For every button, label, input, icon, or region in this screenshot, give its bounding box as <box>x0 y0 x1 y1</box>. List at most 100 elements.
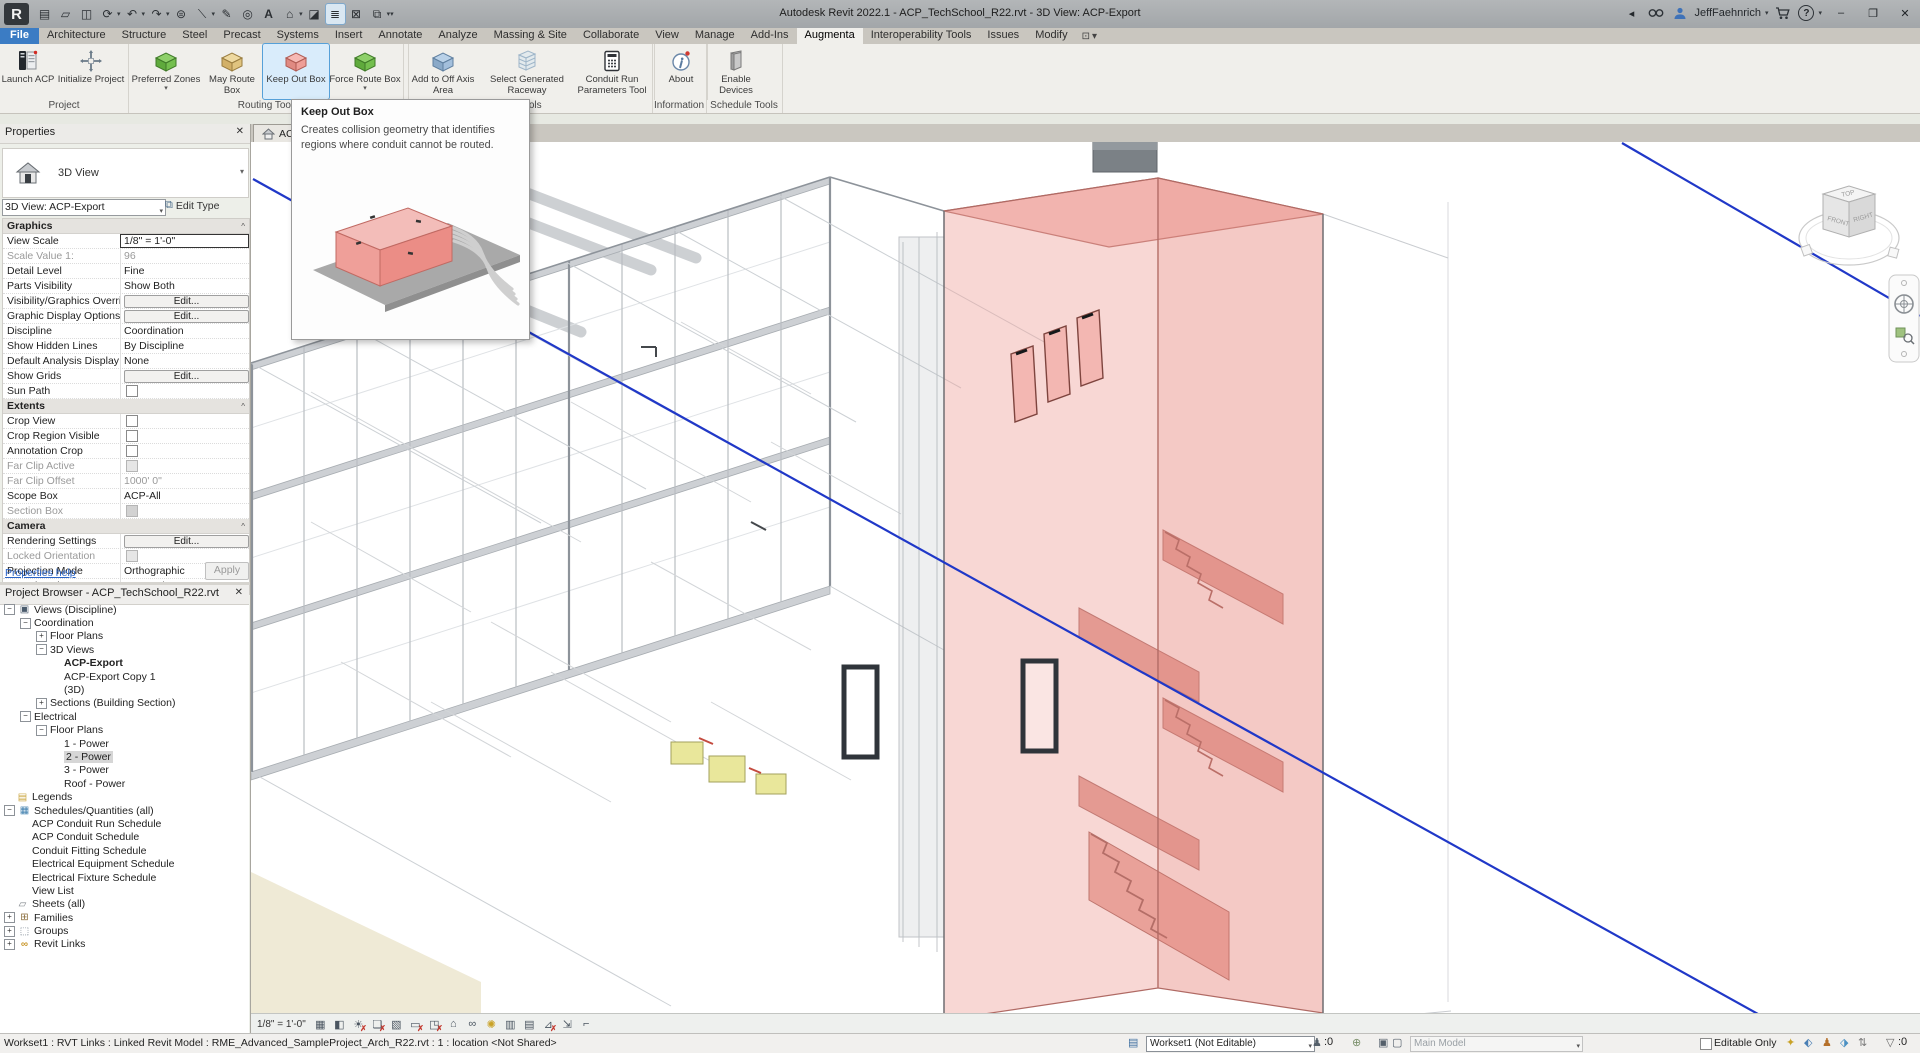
tab-view[interactable]: View <box>647 28 687 44</box>
undo-icon[interactable] <box>123 4 142 24</box>
select-pinned-icon[interactable] <box>1822 1036 1832 1049</box>
tab-modify[interactable]: Modify <box>1027 28 1075 44</box>
tab-file[interactable]: File <box>0 28 39 44</box>
tree-electrical-fixture-schedule[interactable]: Electrical Fixture Schedule <box>0 871 249 884</box>
drag-on-selection-icon[interactable] <box>1858 1036 1867 1049</box>
tab-augmenta[interactable]: Augmenta <box>797 28 863 44</box>
project-browser-close-icon[interactable]: ✕ <box>235 587 243 598</box>
prop-sun-path[interactable]: Sun Path <box>3 384 249 399</box>
prop-detail-level[interactable]: Detail LevelFine <box>3 264 249 279</box>
tab-analyze[interactable]: Analyze <box>430 28 485 44</box>
measure-icon[interactable] <box>193 4 212 24</box>
editing-requests-icon[interactable] <box>1312 1036 1322 1049</box>
revit-logo-icon[interactable]: R <box>4 3 29 25</box>
tab-issues[interactable]: Issues <box>979 28 1027 44</box>
view-selector-combo[interactable]: 3D View: ACP-Export <box>2 199 166 216</box>
navigation-bar[interactable] <box>1889 275 1919 362</box>
tree-roof-power[interactable]: Roof - Power <box>0 777 249 790</box>
tree-conduit-fitting-schedule[interactable]: Conduit Fitting Schedule <box>0 844 249 857</box>
preferred-zones-button[interactable]: Preferred Zones <box>131 44 201 91</box>
type-selector-dropdown-icon[interactable] <box>240 167 244 176</box>
app-store-cart-icon[interactable] <box>1774 4 1792 22</box>
tab-systems[interactable]: Systems <box>269 28 327 44</box>
select-underlay-icon[interactable] <box>1804 1036 1812 1049</box>
tree-sections[interactable]: Sections (Building Section) <box>0 697 249 710</box>
properties-help-link[interactable]: Properties help <box>5 567 76 579</box>
expander-icon[interactable] <box>4 805 15 816</box>
preferred-zones-dropdown-icon[interactable] <box>164 86 168 91</box>
prop-default-analysis[interactable]: Default Analysis Display ...None <box>3 354 249 369</box>
sync-with-central-icon[interactable] <box>98 4 117 24</box>
tab-insert[interactable]: Insert <box>327 28 371 44</box>
tab-annotate[interactable]: Annotate <box>370 28 430 44</box>
tree-3d[interactable]: (3D) <box>0 683 249 696</box>
tree-acp-export[interactable]: ACP-Export <box>0 657 249 670</box>
thin-lines-icon[interactable] <box>326 4 345 24</box>
tree-views-discipline[interactable]: Views (Discipline) <box>0 603 249 616</box>
tree-electrical[interactable]: Electrical <box>0 710 249 723</box>
detail-level-icon[interactable] <box>312 1016 329 1032</box>
force-route-box-button[interactable]: Force Route Box <box>329 44 401 91</box>
crop-view-checkbox[interactable] <box>126 415 138 427</box>
crop-region-checkbox[interactable] <box>126 430 138 442</box>
tree-1-power[interactable]: 1 - Power <box>0 737 249 750</box>
tab-structure[interactable]: Structure <box>114 28 175 44</box>
tree-acp-export-copy-1[interactable]: ACP-Export Copy 1 <box>0 670 249 683</box>
tree-electrical-floor-plans[interactable]: Floor Plans <box>0 724 249 737</box>
tree-electrical-equipment-schedule[interactable]: Electrical Equipment Schedule <box>0 857 249 870</box>
sun-path-icon[interactable]: ✗ <box>350 1016 367 1032</box>
section-camera[interactable]: Camera^ <box>3 519 249 534</box>
highlight-displacement-icon[interactable] <box>559 1016 576 1032</box>
gdo-edit-button[interactable]: Edit... <box>124 310 249 323</box>
editable-only-checkbox[interactable] <box>1700 1038 1712 1050</box>
design-options-pick-icon[interactable] <box>1392 1036 1402 1049</box>
prop-scope-box[interactable]: Scope BoxACP-All <box>3 489 249 504</box>
tree-groups[interactable]: Groups <box>0 924 249 937</box>
prop-crop-region-visible[interactable]: Crop Region Visible <box>3 429 249 444</box>
prop-discipline[interactable]: DisciplineCoordination <box>3 324 249 339</box>
section-icon[interactable] <box>305 4 324 24</box>
collapse-search-icon[interactable] <box>1623 4 1641 22</box>
tree-schedules[interactable]: Schedules/Quantities (all) <box>0 804 249 817</box>
prop-graphic-display-options[interactable]: Graphic Display OptionsEdit... <box>3 309 249 324</box>
sun-path-checkbox[interactable] <box>126 385 138 397</box>
temporary-hide-isolate-icon[interactable] <box>464 1016 481 1032</box>
prop-vg-overrides[interactable]: Visibility/Graphics Overri...Edit... <box>3 294 249 309</box>
vg-overrides-edit-button[interactable]: Edit... <box>124 295 249 308</box>
file-tab-icon[interactable] <box>35 4 54 24</box>
locked-3d-view-icon[interactable] <box>445 1016 462 1032</box>
keep-out-region[interactable] <box>944 178 1323 1013</box>
redo-dropdown-icon[interactable] <box>166 10 170 18</box>
shadows-icon[interactable]: ✗ <box>369 1016 386 1032</box>
prop-annotation-crop[interactable]: Annotation Crop <box>3 444 249 459</box>
design-options-icon[interactable] <box>1378 1036 1388 1049</box>
expander-icon[interactable] <box>36 631 47 642</box>
rendering-settings-edit-button[interactable]: Edit... <box>124 535 249 548</box>
3d-view-dropdown-icon[interactable] <box>299 10 303 18</box>
scale-control[interactable]: 1/8" = 1'-0" <box>257 1019 306 1030</box>
prop-view-scale[interactable]: View Scale1/8" = 1'-0" <box>3 234 249 249</box>
tree-view-list[interactable]: View List <box>0 884 249 897</box>
about-button[interactable]: About <box>657 44 705 86</box>
sync-dropdown-icon[interactable] <box>117 10 121 18</box>
tree-acp-conduit-schedule[interactable]: ACP Conduit Schedule <box>0 831 249 844</box>
expander-icon[interactable] <box>4 912 15 923</box>
door-frame[interactable] <box>844 667 877 757</box>
search-icon[interactable] <box>1647 4 1665 22</box>
group-information[interactable]: Information <box>644 100 714 111</box>
temporary-view-properties-icon[interactable] <box>521 1016 538 1032</box>
expander-icon[interactable] <box>4 926 15 937</box>
prop-show-grids[interactable]: Show GridsEdit... <box>3 369 249 384</box>
show-grids-edit-button[interactable]: Edit... <box>124 370 249 383</box>
show-crop-region-icon[interactable]: ✗ <box>426 1016 443 1032</box>
tab-add-ins[interactable]: Add-Ins <box>743 28 797 44</box>
annotation-crop-checkbox[interactable] <box>126 445 138 457</box>
tab-massing-site[interactable]: Massing & Site <box>486 28 575 44</box>
ribbon-options-icon[interactable] <box>1082 31 1090 42</box>
show-rendering-dialog-icon[interactable] <box>388 1016 405 1032</box>
enable-devices-button[interactable]: Enable Devices <box>710 44 762 96</box>
tab-manage[interactable]: Manage <box>687 28 743 44</box>
properties-close-icon[interactable]: ✕ <box>236 126 244 137</box>
switch-windows-icon[interactable] <box>368 4 387 24</box>
text-icon[interactable] <box>259 4 278 24</box>
